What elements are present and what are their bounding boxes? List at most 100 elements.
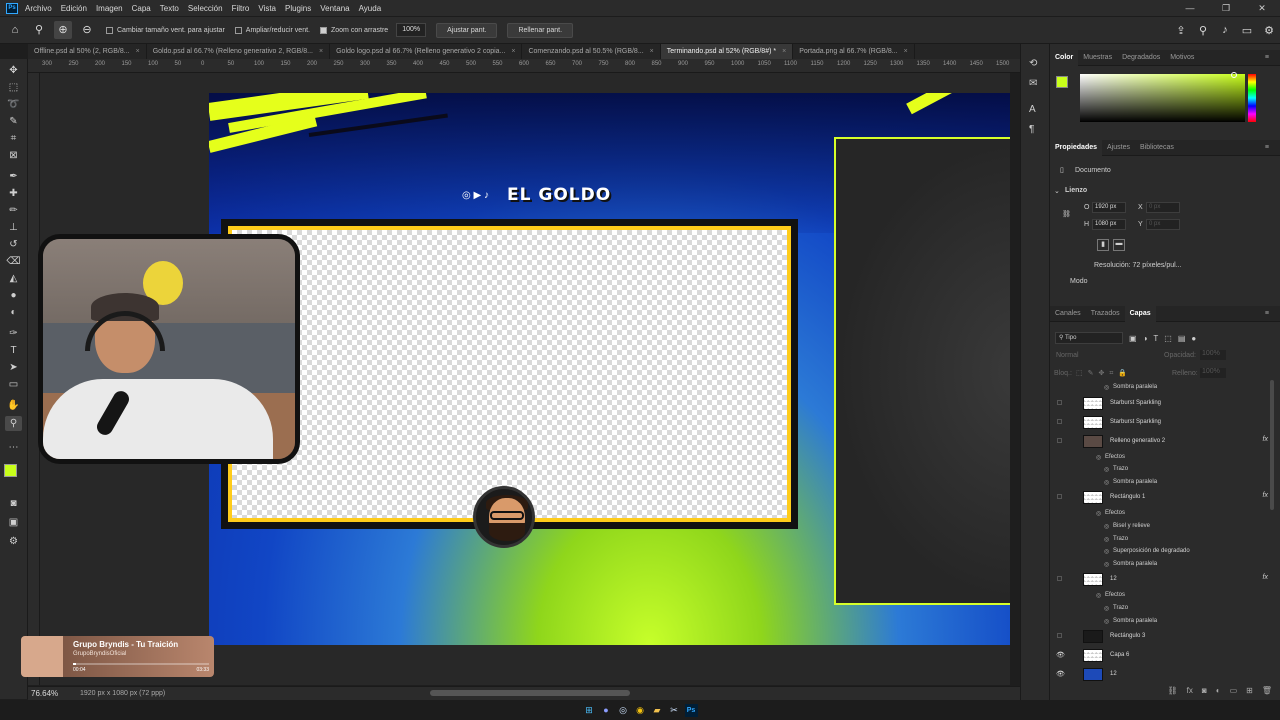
menu-capa[interactable]: Capa [132,4,151,13]
camera-frame[interactable] [834,137,1010,605]
document-tab[interactable]: Terminando.psd al 52% (RGB/8#) * × [660,44,794,59]
x-field[interactable]: 0 px [1146,202,1180,213]
panel-menu-icon[interactable]: ≡ [1260,306,1274,322]
adjustment-layer-icon[interactable]: ◐ [1216,686,1221,695]
layer-row[interactable]: 12 fx [1050,571,1272,589]
scrubby-zoom-checkbox[interactable]: Zoom con arrastre [319,26,388,34]
height-field[interactable]: 1080 px [1092,219,1126,230]
menu-imagen[interactable]: Imagen [96,4,123,13]
effect-eye-icon[interactable]: ◎ [1104,605,1109,612]
document-tab[interactable]: Offline.psd al 50% (2, RGB/8... × [28,44,147,59]
effect-row[interactable]: ◎ Efectos [1050,452,1272,464]
dodge-tool-icon[interactable]: ◐ [5,305,22,320]
effect-row[interactable]: ◎ Trazo [1050,464,1272,476]
link-icon[interactable]: ⛓ [1062,210,1071,218]
link-layers-icon[interactable]: ⛓ [1168,686,1178,695]
menu-filtro[interactable]: Filtro [232,4,250,13]
comments-icon[interactable]: ✉ [1029,78,1037,89]
visibility-toggle[interactable] [1057,494,1062,500]
checkbox-box[interactable] [106,26,113,34]
tab-paths[interactable]: Trazados [1086,306,1125,322]
eye-icon[interactable]: 👁 [1056,651,1065,659]
tab-libraries[interactable]: Bibliotecas [1135,140,1179,156]
zoom-tool-icon[interactable]: ⚲ [5,416,22,431]
settings-icon[interactable]: ⚙ [1258,24,1280,37]
healing-brush-tool-icon[interactable]: ✚ [5,186,22,201]
panel-menu-icon[interactable]: ≡ [1260,50,1274,66]
rectangle-tool-icon[interactable]: ▭ [5,377,22,392]
gameplay-frame[interactable] [221,219,798,529]
document-info[interactable]: 1920 px x 1080 px (72 ppp) [80,690,165,697]
clone-stamp-tool-icon[interactable]: ⊥ [5,220,22,235]
filter-adjustment-icon[interactable]: ◑ [1143,334,1148,343]
lock-icons[interactable]: ⬚✎✥⌗🔒 [1076,369,1132,378]
discord-icon[interactable]: ● [600,704,613,717]
close-window-button[interactable]: ✕ [1244,0,1280,16]
effect-row[interactable]: ◎ Sombra paralela [1050,477,1272,489]
layer-row[interactable]: Starburst Sparkling [1050,414,1272,432]
menu-plugins[interactable]: Plugins [285,4,311,13]
foreground-color-swatch[interactable] [4,464,17,477]
bell-icon[interactable]: ♪ [1214,24,1236,36]
filter-pixel-icon[interactable]: ▣ [1129,334,1137,343]
menu-ventana[interactable]: Ventana [320,4,349,13]
track-progress-bar[interactable] [73,663,209,665]
filter-toggle-icon[interactable]: ● [1191,334,1196,343]
portrait-orientation-icon[interactable]: ▮ [1097,239,1109,251]
maximize-button[interactable]: ❐ [1208,0,1244,16]
zoom-level[interactable]: 76.64% [28,689,80,698]
layer-name[interactable]: Capa 6 [1110,652,1129,658]
layer-row[interactable]: Starburst Sparkling [1050,395,1272,413]
landscape-orientation-icon[interactable]: ▬ [1113,239,1125,251]
layer-name[interactable]: 12 [1110,671,1117,677]
filter-smart-object-icon[interactable]: ▤ [1178,334,1186,343]
effect-row[interactable]: ◎ Sombra paralela [1050,616,1272,628]
menu-vista[interactable]: Vista [258,4,276,13]
layer-row[interactable]: Relleno generativo 2 fx [1050,433,1272,451]
close-tab-icon[interactable]: × [319,44,323,59]
close-tab-icon[interactable]: × [650,44,654,59]
opacity-field[interactable]: 100% [1200,350,1226,360]
zoom-value-field[interactable]: 100% [396,23,427,37]
color-foreground-swatch[interactable] [1056,76,1068,88]
effect-row[interactable]: ◎ Efectos [1050,508,1272,520]
tab-adjustments[interactable]: Ajustes [1102,140,1135,156]
effect-row[interactable]: ◎ Trazo [1050,603,1272,615]
width-field[interactable]: 1920 px [1092,202,1126,213]
paint-bucket-tool-icon[interactable]: ◭ [5,271,22,286]
fit-screen-button[interactable]: Ajustar pant. [436,22,498,38]
photoshop-taskbar-icon[interactable]: Ps [684,703,698,717]
effect-row[interactable]: ◎ Sombra paralela [1050,382,1272,394]
effect-row[interactable]: ◎ Trazo [1050,534,1272,546]
y-field[interactable]: 0 px [1146,219,1180,230]
filter-shape-icon[interactable]: ⬚ [1164,334,1172,343]
delete-layer-icon[interactable]: 🗑 [1262,686,1272,695]
effect-row[interactable]: ◎ Sombra paralela [1050,559,1272,571]
zoom-out-icon[interactable]: ⊖ [78,21,96,39]
tab-color[interactable]: Color [1050,49,1079,66]
history-brush-tool-icon[interactable]: ↺ [5,237,22,252]
quick-mask-icon[interactable]: ◙ [5,496,22,511]
blur-tool-icon[interactable]: ● [5,288,22,303]
document-canvas[interactable]: ◎ ▶ ♪ EL GOLDO [209,93,1010,645]
visibility-toggle[interactable] [1057,399,1062,405]
effect-eye-icon[interactable]: ◎ [1096,454,1101,461]
effect-row[interactable]: ◎ Superposición de degradado [1050,546,1272,558]
close-tab-icon[interactable]: × [511,44,515,59]
eye-icon[interactable]: 👁 [1056,670,1065,678]
move-tool-icon[interactable]: ✥ [5,63,22,78]
effect-eye-icon[interactable]: ◎ [1104,479,1109,486]
zoom-tool-preset-icon[interactable]: ⚲ [30,21,48,39]
edit-toolbar-icon[interactable]: ⚙ [5,534,22,549]
layer-name[interactable]: 12 [1110,576,1117,582]
layers-scrollbar[interactable] [1270,380,1274,510]
obs-icon[interactable]: ◎ [617,704,630,717]
zoom-in-icon[interactable]: ⊕ [54,21,72,39]
tab-patterns[interactable]: Motivos [1165,50,1199,66]
effect-eye-icon[interactable]: ◎ [1096,510,1101,517]
workspace-icon[interactable]: ▭ [1236,24,1258,37]
color-field[interactable] [1080,72,1245,122]
visibility-toggle[interactable] [1057,418,1062,424]
paragraph-icon[interactable]: ¶ [1029,124,1034,135]
layer-name[interactable]: Starburst Sparkling [1110,400,1161,406]
